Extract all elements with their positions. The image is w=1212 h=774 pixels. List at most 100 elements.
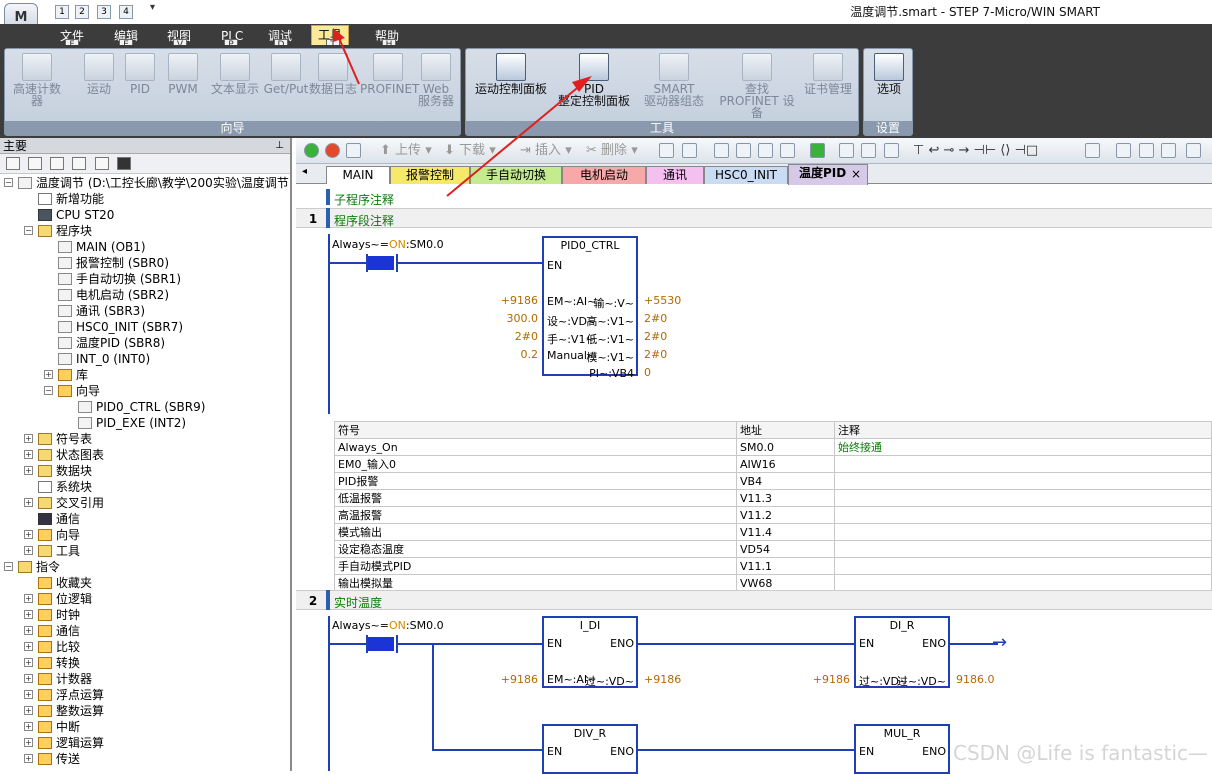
- options-button[interactable]: 选项: [861, 53, 917, 113]
- data-log-wizard-button[interactable]: 数据日志: [305, 53, 361, 113]
- network-comment[interactable]: 程序段注释: [334, 212, 394, 229]
- expand-icon[interactable]: +: [24, 738, 33, 747]
- edit-icon[interactable]: [1161, 143, 1176, 158]
- quick-access-dropdown-icon[interactable]: ▾: [150, 2, 155, 13]
- collapse-icon[interactable]: −: [44, 386, 53, 395]
- tab-scroll-left-icon[interactable]: ◂: [302, 166, 307, 177]
- div-r-block[interactable]: DIV_R EN ENO: [542, 724, 638, 774]
- expand-icon[interactable]: +: [24, 610, 33, 619]
- input-value[interactable]: +9186: [501, 294, 538, 307]
- expand-icon[interactable]: +: [44, 370, 53, 379]
- collapse-icon[interactable]: −: [24, 226, 33, 235]
- expand-icon[interactable]: +: [24, 626, 33, 635]
- motion-control-panel-button[interactable]: 运动控制面板: [470, 53, 552, 113]
- tab-motor-start[interactable]: 电机启动: [562, 166, 646, 184]
- view-icon[interactable]: [6, 157, 20, 170]
- expand-icon[interactable]: +: [24, 722, 33, 731]
- compile-icon[interactable]: [346, 143, 361, 158]
- run-icon[interactable]: [304, 143, 319, 158]
- edit-icon[interactable]: [1139, 143, 1154, 158]
- expand-icon[interactable]: +: [24, 754, 33, 763]
- input-value[interactable]: 0.2: [521, 348, 539, 361]
- upload-button[interactable]: ⬆ 上传 ▾: [380, 142, 432, 160]
- quick-access-3[interactable]: 3: [97, 5, 111, 19]
- smart-drive-config-button[interactable]: SMART 驱动器组态: [636, 53, 712, 113]
- expand-icon[interactable]: +: [24, 674, 33, 683]
- tab-alarm-control[interactable]: 报警控制: [390, 166, 470, 184]
- subroutine-comment[interactable]: 子程序注释: [334, 191, 394, 208]
- input-value[interactable]: 2#0: [515, 330, 538, 343]
- bookmark-icon[interactable]: [780, 143, 795, 158]
- edit-icon[interactable]: [1186, 143, 1201, 158]
- stop-icon[interactable]: [325, 143, 340, 158]
- symbol-icon[interactable]: [1085, 143, 1100, 158]
- collapse-icon[interactable]: −: [4, 562, 13, 571]
- collapse-icon[interactable]: −: [4, 178, 13, 187]
- expand-icon[interactable]: +: [24, 450, 33, 459]
- lock-icon[interactable]: [884, 143, 899, 158]
- view-icon[interactable]: [72, 157, 86, 170]
- quick-access-4[interactable]: 4: [119, 5, 133, 19]
- tab-temperature-pid[interactable]: 温度PID ×: [788, 164, 868, 185]
- ladder-tools[interactable]: ⊤ ↩ ⊸ → ⊣⊢ ⟨⟩ ⊣□: [913, 142, 1038, 160]
- table-row[interactable]: EM0_输入0 AIW16: [334, 455, 1212, 473]
- bookmark-icon[interactable]: [714, 143, 729, 158]
- pc-icon[interactable]: [117, 157, 131, 170]
- output-value[interactable]: +9186: [644, 673, 681, 686]
- table-row[interactable]: 设定稳态温度 VD54: [334, 540, 1212, 558]
- output-value[interactable]: 2#0: [644, 348, 667, 361]
- quick-access-2[interactable]: 2: [75, 5, 89, 19]
- lock-icon[interactable]: [861, 143, 876, 158]
- normally-open-contact[interactable]: [368, 256, 394, 270]
- table-row[interactable]: 低温报警 V11.3: [334, 489, 1212, 507]
- output-value[interactable]: +5530: [644, 294, 681, 307]
- network-comment[interactable]: 实时温度: [334, 594, 382, 611]
- insert-button[interactable]: ⇥ 插入 ▾: [520, 142, 572, 160]
- view-icon[interactable]: [50, 157, 64, 170]
- expand-icon[interactable]: +: [24, 466, 33, 475]
- quick-access-1[interactable]: 1: [55, 5, 69, 19]
- i-di-block[interactable]: I_DI EN ENO EM~:AI~ 过~:VD~: [542, 616, 638, 688]
- pid-tuning-panel-button[interactable]: PID 整定控制面板: [554, 53, 634, 113]
- table-row[interactable]: PID报警 VB4: [334, 472, 1212, 490]
- output-value[interactable]: 2#0: [644, 330, 667, 343]
- input-value[interactable]: +9186: [501, 673, 538, 686]
- table-row[interactable]: 手自动模式PID V11.1: [334, 557, 1212, 575]
- view-icon[interactable]: [28, 157, 42, 170]
- bookmark-icon[interactable]: [736, 143, 751, 158]
- expand-icon[interactable]: +: [24, 658, 33, 667]
- table-row[interactable]: 模式输出 V11.4: [334, 523, 1212, 541]
- hsc-wizard-button[interactable]: 高速计数器: [9, 53, 65, 113]
- find-profinet-device-button[interactable]: 查找 PROFINET 设备: [716, 53, 798, 119]
- text-display-wizard-button[interactable]: 文本显示: [207, 53, 263, 113]
- expand-icon[interactable]: +: [24, 642, 33, 651]
- expand-icon[interactable]: +: [24, 690, 33, 699]
- web-server-wizard-button[interactable]: Web 服务器: [408, 53, 464, 113]
- input-value[interactable]: +9186: [813, 673, 850, 686]
- monitor-icon[interactable]: [682, 143, 697, 158]
- di-r-block[interactable]: DI_R EN ENO 过~:VD~ 过~:VD~: [854, 616, 950, 688]
- output-value[interactable]: 0: [644, 366, 651, 379]
- go-icon[interactable]: [810, 143, 825, 158]
- expand-icon[interactable]: +: [24, 498, 33, 507]
- download-button[interactable]: ⬇ 下载 ▾: [444, 142, 496, 160]
- expand-icon[interactable]: +: [24, 434, 33, 443]
- output-value[interactable]: 9186.0: [956, 673, 995, 686]
- expand-icon[interactable]: +: [24, 594, 33, 603]
- close-icon[interactable]: ×: [851, 166, 861, 183]
- pid0-ctrl-block[interactable]: PID0_CTRL EN EM~:AI~ 设~:VD~ 手~:V1~ Manua…: [542, 236, 638, 380]
- delete-button[interactable]: ✂ 删除 ▾: [586, 142, 638, 160]
- table-row[interactable]: Always_On SM0.0 始终接通: [334, 438, 1212, 456]
- tab-manual-auto[interactable]: 手自动切换: [470, 166, 562, 184]
- bookmark-icon[interactable]: [758, 143, 773, 158]
- table-icon[interactable]: [1116, 143, 1131, 158]
- expand-icon[interactable]: +: [24, 546, 33, 555]
- certificate-manager-button[interactable]: 证书管理: [800, 53, 856, 113]
- lock-icon[interactable]: [839, 143, 854, 158]
- mul-r-block[interactable]: MUL_R EN ENO: [854, 724, 950, 774]
- tab-main[interactable]: MAIN: [326, 166, 390, 184]
- tab-comm[interactable]: 通讯: [646, 166, 704, 184]
- table-row[interactable]: 高温报警 V11.2: [334, 506, 1212, 524]
- expand-icon[interactable]: +: [24, 706, 33, 715]
- monitor-icon[interactable]: [659, 143, 674, 158]
